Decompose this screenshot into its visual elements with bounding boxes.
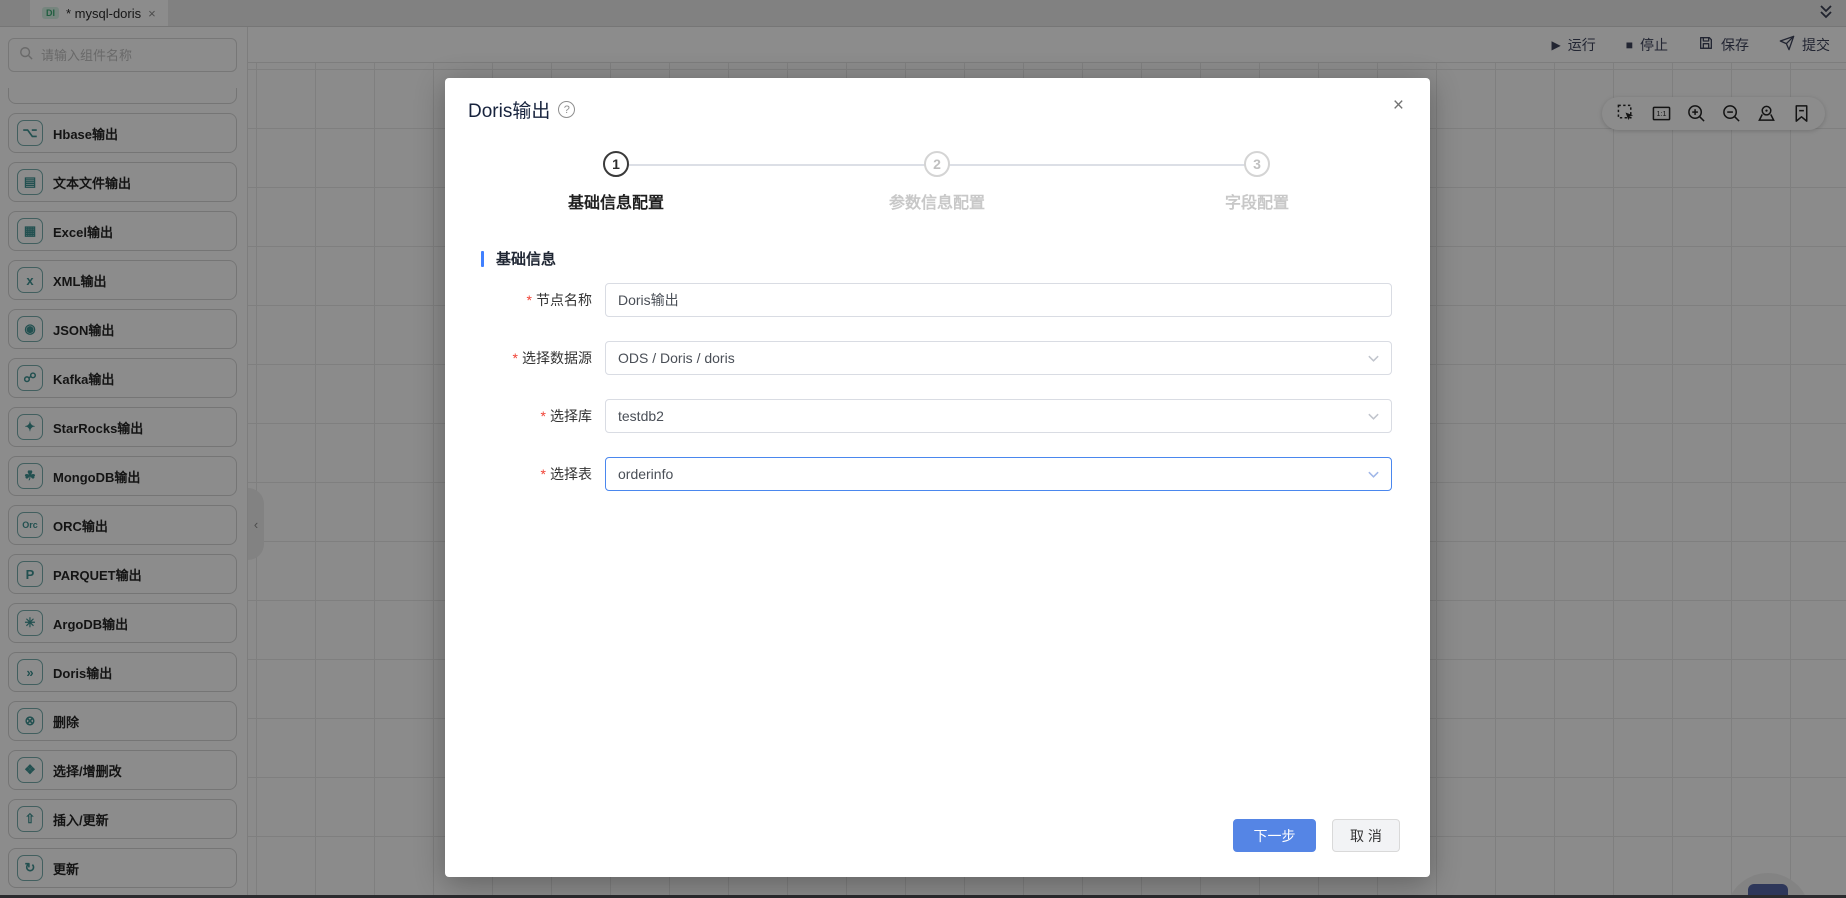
required-marker: * [541, 408, 546, 424]
step-wizard: 1 基础信息配置 2 参数信息配置 3 字段配置 [445, 151, 1430, 231]
basic-info-form: *节点名称 Doris输出 *选择数据源 ODS / Doris / doris… [445, 283, 1430, 515]
datasource-select[interactable]: ODS / Doris / doris [605, 341, 1392, 375]
dialog-footer: 下一步 取 消 [1233, 819, 1400, 852]
dialog-title: Doris输出 [468, 96, 550, 123]
next-step-button[interactable]: 下一步 [1233, 819, 1316, 852]
step-parameter-config: 2 参数信息配置 [827, 151, 1047, 213]
chevron-down-icon [1367, 468, 1380, 484]
required-marker: * [527, 292, 532, 308]
step-basic-info: 1 基础信息配置 [506, 151, 726, 213]
table-select[interactable]: orderinfo [605, 457, 1392, 491]
database-select[interactable]: testdb2 [605, 399, 1392, 433]
form-row-datasource: *选择数据源 ODS / Doris / doris [445, 341, 1430, 375]
form-row-node-name: *节点名称 Doris输出 [445, 283, 1430, 317]
help-icon[interactable]: ? [558, 101, 575, 118]
section-accent-bar [481, 251, 484, 267]
node-name-input[interactable]: Doris输出 [605, 283, 1392, 317]
required-marker: * [513, 350, 518, 366]
section-basic-info: 基础信息 [481, 248, 556, 269]
doris-output-dialog: Doris输出 ? × 1 基础信息配置 2 参数信息配置 3 字段配置 基础信… [445, 78, 1430, 877]
required-marker: * [541, 466, 546, 482]
dialog-close-icon[interactable]: × [1393, 96, 1404, 115]
chevron-down-icon [1367, 352, 1380, 368]
step-field-config: 3 字段配置 [1147, 151, 1367, 213]
form-row-database: *选择库 testdb2 [445, 399, 1430, 433]
chevron-down-icon [1367, 410, 1380, 426]
cancel-button[interactable]: 取 消 [1332, 819, 1400, 852]
app-root: DI * mysql-doris × ⌥ [0, 0, 1846, 898]
form-row-table: *选择表 orderinfo [445, 457, 1430, 491]
